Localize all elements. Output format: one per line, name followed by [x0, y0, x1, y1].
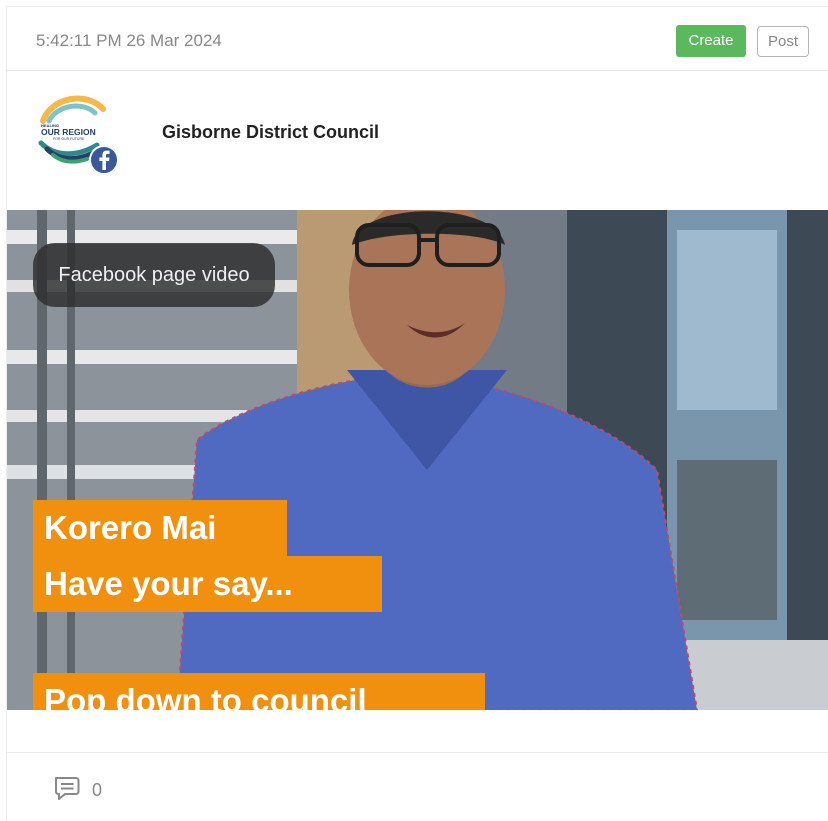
caption-line-1: Korero Mai [33, 500, 287, 556]
post-timestamp: 5:42:11 PM 26 Mar 2024 [36, 31, 222, 50]
comment-icon[interactable] [53, 775, 85, 801]
logo-text-main: OUR REGION [41, 127, 96, 137]
post-button[interactable]: Post [757, 26, 809, 57]
facebook-icon [89, 145, 119, 175]
video-source-badge: Facebook page video [33, 243, 275, 307]
post-card: 5:42:11 PM 26 Mar 2024 Create Post HEALI… [6, 6, 828, 821]
author-avatar[interactable]: HEALING OUR REGION FOR OUR FUTURE [37, 91, 119, 175]
logo-text-bottom: FOR OUR FUTURE [53, 137, 85, 141]
caption-line-2: Have your say... [33, 556, 382, 612]
author-name[interactable]: Gisborne District Council [162, 122, 379, 143]
video-player[interactable]: Facebook page video Korero Mai Have your… [7, 210, 828, 710]
post-header: 5:42:11 PM 26 Mar 2024 Create Post [7, 7, 828, 71]
comment-count: 0 [92, 780, 103, 800]
caption-line-3: Pop down to council [33, 673, 485, 710]
create-button[interactable]: Create [676, 25, 746, 57]
footer-divider [7, 752, 828, 753]
